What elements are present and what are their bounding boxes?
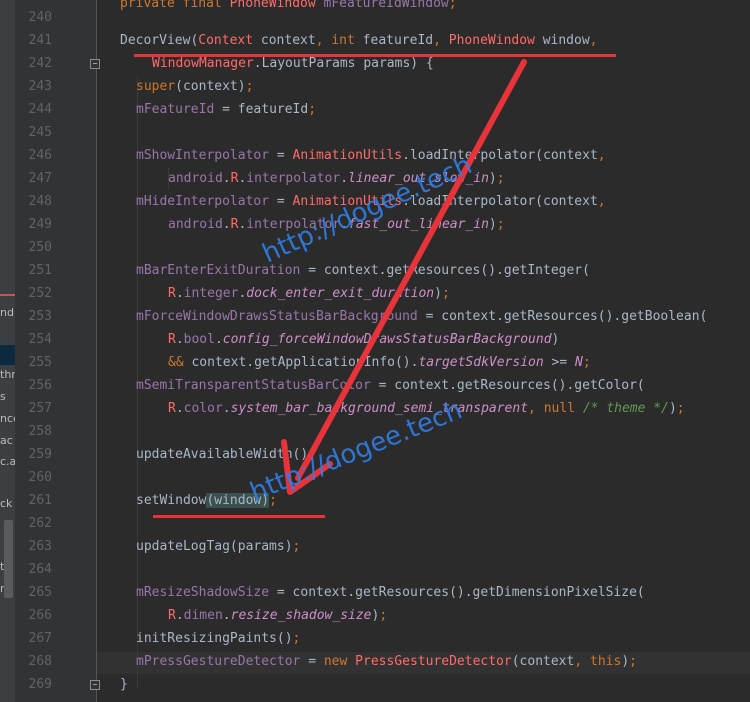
annotation-arrow-icon	[281, 59, 527, 495]
